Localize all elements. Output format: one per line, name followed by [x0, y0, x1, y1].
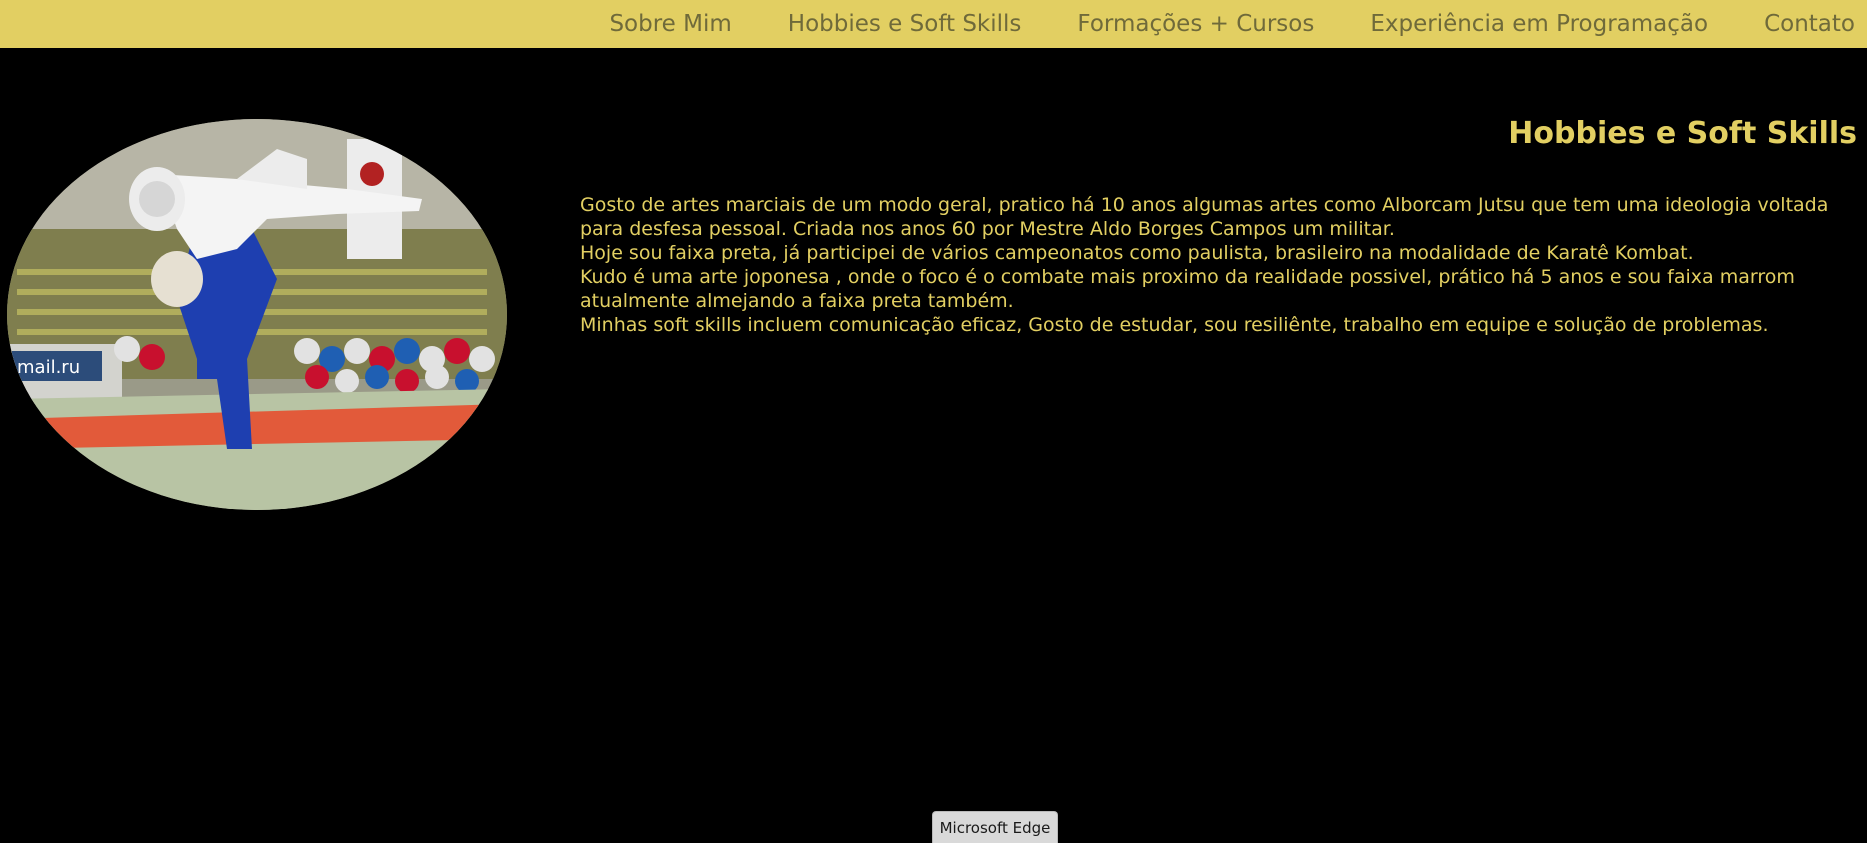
- main-navigation: Sobre Mim Hobbies e Soft Skills Formaçõe…: [609, 0, 1855, 48]
- paragraph-black-belt: Hoje sou faixa preta, já participei de v…: [580, 242, 1694, 264]
- martial-arts-illustration: mail.ru: [7, 119, 507, 510]
- section-title: Hobbies e Soft Skills: [1508, 116, 1857, 151]
- paragraph-martial-arts: Gosto de artes marciais de um modo geral…: [580, 194, 1829, 240]
- top-navbar: Sobre Mim Hobbies e Soft Skills Formaçõe…: [0, 0, 1867, 48]
- paragraph-kudo: Kudo é uma arte joponesa , onde o foco é…: [580, 266, 1795, 312]
- martial-arts-photo: mail.ru: [7, 119, 507, 510]
- hobbies-description: Gosto de artes marciais de um modo geral…: [580, 193, 1850, 337]
- nav-link-hobbies[interactable]: Hobbies e Soft Skills: [788, 11, 1022, 37]
- banner-text: mail.ru: [17, 357, 80, 378]
- nav-link-sobre-mim[interactable]: Sobre Mim: [609, 11, 731, 37]
- nav-link-contato[interactable]: Contato: [1764, 11, 1855, 37]
- browser-tooltip: Microsoft Edge: [932, 811, 1058, 843]
- nav-link-experiencia[interactable]: Experiência em Programação: [1370, 11, 1708, 37]
- nav-link-formacoes[interactable]: Formações + Cursos: [1077, 11, 1314, 37]
- paragraph-soft-skills: Minhas soft skills incluem comunicação e…: [580, 314, 1769, 336]
